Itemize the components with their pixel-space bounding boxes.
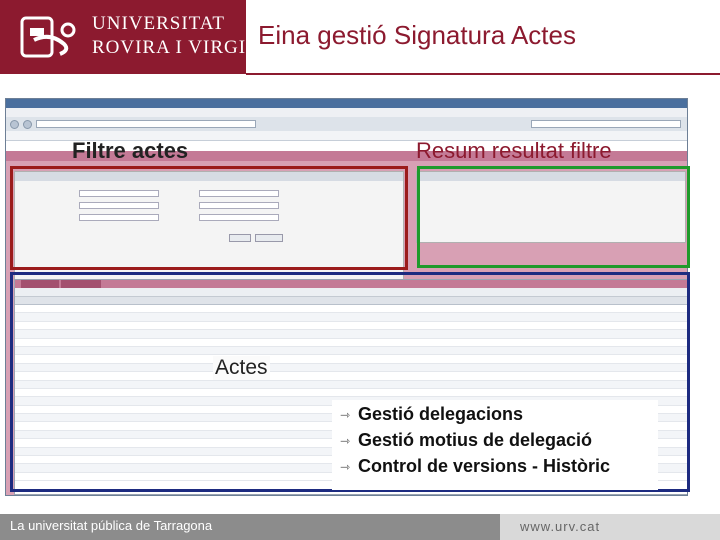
address-bar — [36, 120, 256, 128]
summary-annotation-label: Resum resultat filtre — [416, 138, 612, 163]
footer-tagline: La universitat pública de Tarragona — [10, 518, 213, 533]
features-callout: ⇾ Gestió delegacions ⇾ Gestió motius de … — [332, 400, 658, 490]
slide-footer: La universitat pública de Tarragona www.… — [0, 514, 720, 540]
callout-item: ⇾ Gestió delegacions — [338, 404, 523, 425]
footer-url[interactable]: www.urv.cat — [520, 519, 600, 534]
actes-annotation-label: Actes — [213, 356, 270, 380]
browser-navbar — [6, 117, 687, 131]
logo-line-2: ROVIRA I VIRGILI — [92, 37, 266, 58]
callout-item-label: Gestió motius de delegació — [358, 430, 593, 450]
filter-annotation-label: Filtre actes — [72, 138, 189, 163]
forward-icon — [23, 119, 32, 129]
urv-emblem-icon — [20, 16, 76, 58]
title-divider — [246, 73, 720, 75]
logo-wordmark: UNIVERSITAT ROVIRA I VIRGILI — [92, 12, 266, 60]
bullet-arrow-icon: ⇾ — [339, 433, 351, 448]
filter-highlight-box — [10, 166, 408, 270]
logo-line-1: UNIVERSITAT — [92, 13, 225, 34]
browser-titlebar — [6, 99, 687, 108]
slide-title: Eina gestió Signatura Actes — [258, 20, 576, 50]
browser-search-box — [531, 120, 681, 128]
back-icon — [10, 119, 19, 129]
callout-item: ⇾ Control de versions - Històric — [338, 456, 610, 477]
callout-item-label: Control de versions - Històric — [358, 456, 611, 476]
bullet-arrow-icon: ⇾ — [339, 459, 351, 474]
callout-item-label: Gestió delegacions — [358, 404, 524, 424]
university-logo: UNIVERSITAT ROVIRA I VIRGILI — [0, 0, 265, 74]
summary-highlight-box — [417, 166, 690, 268]
browser-menubar — [6, 108, 687, 117]
callout-item: ⇾ Gestió motius de delegació — [338, 430, 592, 451]
bullet-arrow-icon: ⇾ — [339, 407, 351, 422]
